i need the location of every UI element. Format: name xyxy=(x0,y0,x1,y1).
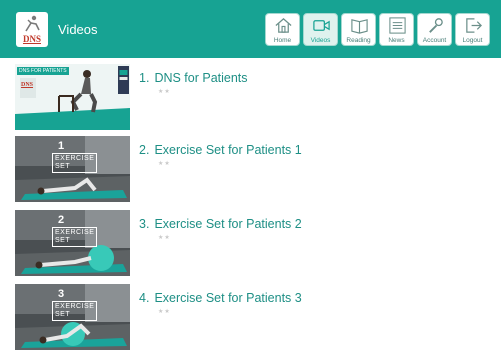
thumbnail-set-number: 1 xyxy=(58,140,65,152)
thumbnail-set-label: EXERCISE SET xyxy=(52,301,98,321)
video-thumbnail[interactable]: 3 EXERCISE SET xyxy=(15,284,130,350)
logo-text: DNS xyxy=(22,34,41,44)
video-title[interactable]: 2. Exercise Set for Patients 1 xyxy=(139,143,302,157)
thumbnail-line-2: SET xyxy=(55,237,71,244)
thumbnail-set-number: 2 xyxy=(58,214,65,226)
rating-stars: ★★ xyxy=(158,89,171,95)
nav-news-label: News xyxy=(388,37,405,44)
video-number: 1. xyxy=(139,71,150,85)
thumbnail-set-label: EXERCISE SET xyxy=(52,153,98,173)
nav-logout-label: Logout xyxy=(462,37,483,44)
nav-account-label: Account xyxy=(422,37,447,44)
video-number: 2. xyxy=(139,143,150,157)
home-icon xyxy=(275,18,292,33)
thumbnail-line-2: SET xyxy=(55,311,71,318)
video-list-item[interactable]: 3 EXERCISE SET 4. Exercise Set for Patien… xyxy=(0,284,501,353)
video-list-item[interactable]: DNS FOR PATIENTS DNS 1. DNS for Patients … xyxy=(0,64,501,136)
nav-news-button[interactable]: News xyxy=(379,13,414,46)
wrench-icon xyxy=(429,18,443,33)
video-title[interactable]: 4. Exercise Set for Patients 3 xyxy=(139,291,302,305)
nav-videos-label: Videos xyxy=(310,37,331,44)
nav-logout-button[interactable]: Logout xyxy=(455,13,490,46)
thumbnail-set-label: EXERCISE SET xyxy=(52,227,98,247)
thumbnail-set-number: 3 xyxy=(58,288,65,300)
video-title-text: Exercise Set for Patients 3 xyxy=(154,291,302,305)
dns-logo[interactable]: DNS xyxy=(16,12,48,47)
video-number: 4. xyxy=(139,291,150,305)
video-list-item[interactable]: 2 EXERCISE SET 3. Exercise Set for Patien… xyxy=(0,210,501,282)
video-title[interactable]: 3. Exercise Set for Patients 2 xyxy=(139,217,302,231)
video-thumbnail[interactable]: 1 EXERCISE SET xyxy=(15,136,130,202)
thumbnail-caption: DNS FOR PATIENTS xyxy=(17,67,69,75)
video-thumbnail[interactable]: DNS FOR PATIENTS DNS xyxy=(15,64,130,130)
nav-account-button[interactable]: Account xyxy=(417,13,452,46)
thumbnail-line-1: EXERCISE xyxy=(55,229,95,236)
news-lines-icon xyxy=(389,17,406,34)
book-icon xyxy=(351,19,368,34)
thumbnail-line-2: SET xyxy=(55,163,71,170)
app-header: DNS Videos Home Videos Reading News Acco… xyxy=(0,0,501,58)
logo-figure-icon xyxy=(25,15,40,32)
logout-icon xyxy=(466,18,482,33)
video-list-item[interactable]: 1 EXERCISE SET 2. Exercise Set for Patien… xyxy=(0,136,501,208)
rating-stars: ★★ xyxy=(158,309,171,315)
video-title[interactable]: 1. DNS for Patients xyxy=(139,71,248,85)
nav-videos-button[interactable]: Videos xyxy=(303,13,338,46)
rating-stars: ★★ xyxy=(158,235,171,241)
thumbnail-line-1: EXERCISE xyxy=(55,303,95,310)
video-title-text: Exercise Set for Patients 1 xyxy=(154,143,302,157)
nav-home-button[interactable]: Home xyxy=(265,13,300,46)
nav-reading-button[interactable]: Reading xyxy=(341,13,376,46)
video-camera-icon xyxy=(313,20,330,31)
nav-reading-label: Reading xyxy=(346,37,371,44)
nav-home-label: Home xyxy=(273,37,292,44)
video-thumbnail[interactable]: 2 EXERCISE SET xyxy=(15,210,130,276)
thumbnail-logo-text: DNS xyxy=(21,82,34,88)
video-title-text: DNS for Patients xyxy=(154,71,248,85)
page-title: Videos xyxy=(58,22,98,37)
rating-stars: ★★ xyxy=(158,161,171,167)
video-number: 3. xyxy=(139,217,150,231)
thumbnail-line-1: EXERCISE xyxy=(55,155,95,162)
video-title-text: Exercise Set for Patients 2 xyxy=(154,217,302,231)
